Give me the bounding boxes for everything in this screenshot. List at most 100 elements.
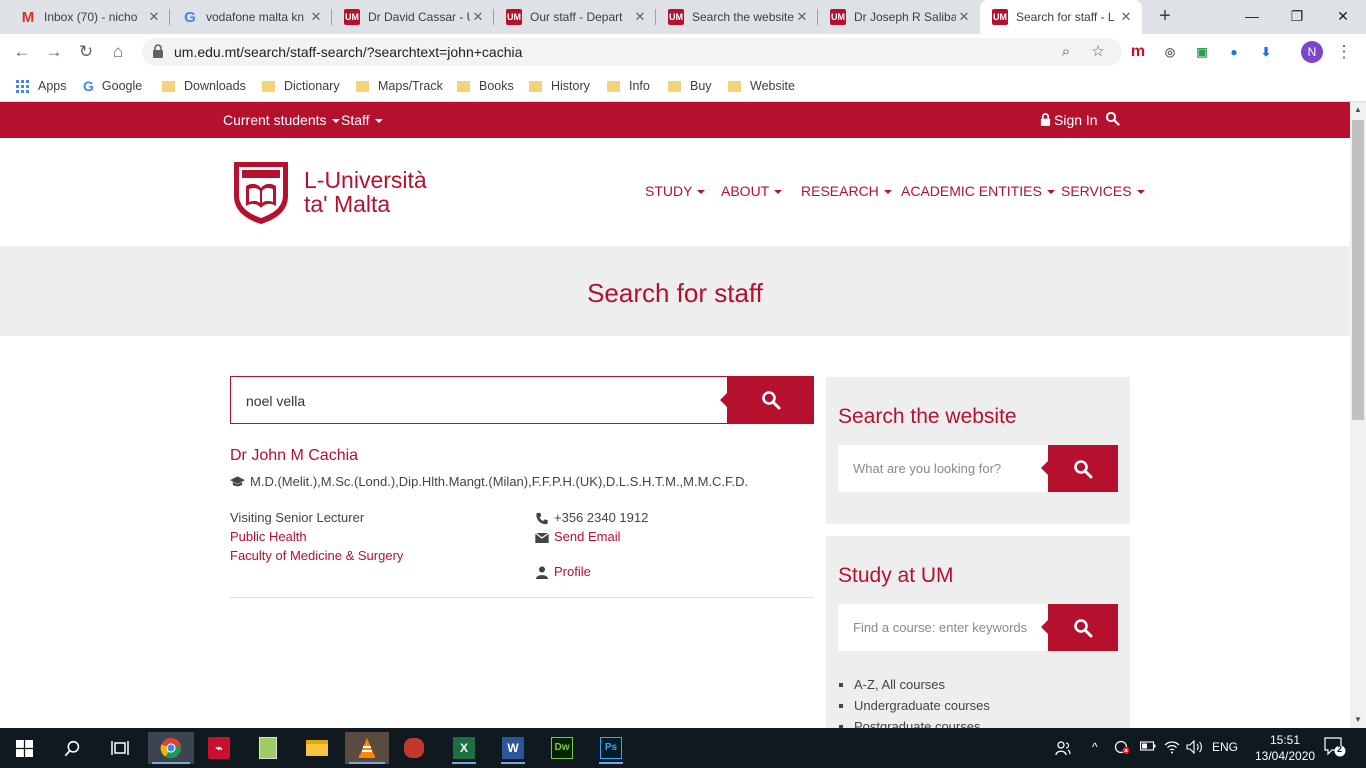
extension-download-icon[interactable]: ⬇ xyxy=(1256,42,1276,62)
close-icon[interactable]: ✕ xyxy=(308,9,324,25)
system-clock[interactable]: 15:51 13/04/2020 xyxy=(1255,732,1315,764)
nav-about[interactable]: ABOUT xyxy=(721,183,783,199)
course-link-undergraduate[interactable]: Undergraduate courses xyxy=(854,695,990,716)
send-email-link[interactable]: Send Email xyxy=(535,529,620,544)
tab-search-for-staff[interactable]: UM Search for staff - L ✕ xyxy=(980,0,1142,34)
taskbar-photoshop-icon[interactable]: Ps xyxy=(595,732,627,764)
address-bar[interactable]: um.edu.mt/search/staff-search/?searchtex… xyxy=(142,38,1122,66)
taskbar-game-icon[interactable] xyxy=(398,732,430,764)
close-icon[interactable]: ✕ xyxy=(632,9,648,25)
network-error-icon[interactable] xyxy=(1114,740,1130,757)
taskbar-chrome-icon[interactable] xyxy=(148,732,194,764)
bookmark-website[interactable]: Website xyxy=(728,76,795,96)
restore-icon[interactable]: ❐ xyxy=(1285,4,1309,28)
extension-chat-icon[interactable]: ● xyxy=(1224,42,1244,62)
language-indicator[interactable]: ENG xyxy=(1212,740,1238,754)
tab-gmail[interactable]: M Inbox (70) - nicho ✕ xyxy=(8,0,170,34)
taskbar-dreamweaver-icon[interactable]: Dw xyxy=(546,732,578,764)
forward-arrow-icon[interactable]: → xyxy=(42,40,66,64)
close-icon[interactable]: ✕ xyxy=(470,9,486,25)
taskbar-word-icon[interactable]: W xyxy=(497,732,529,764)
battery-icon[interactable] xyxy=(1139,740,1156,755)
nav-academic-entities[interactable]: ACADEMIC ENTITIES xyxy=(901,183,1055,199)
browser-toolbar: ← → ↻ ⌂ um.edu.mt/search/staff-search/?s… xyxy=(0,34,1366,70)
minimize-icon[interactable]: — xyxy=(1240,4,1264,28)
tab-david-cassar[interactable]: UM Dr David Cassar - U ✕ xyxy=(332,0,494,34)
taskbar-file-explorer-icon[interactable] xyxy=(301,732,333,764)
chrome-menu-icon[interactable]: ⋮ xyxy=(1332,40,1356,64)
scrollbar-thumb[interactable] xyxy=(1352,120,1364,420)
tab-google-search[interactable]: G vodafone malta kn ✕ xyxy=(170,0,332,34)
bookmark-history[interactable]: History xyxy=(529,76,590,96)
people-icon[interactable] xyxy=(1055,740,1071,759)
um-icon: UM xyxy=(344,9,360,25)
tray-chevron-up-icon[interactable]: ^ xyxy=(1092,740,1098,754)
extension-avg-icon[interactable]: ▣ xyxy=(1192,42,1212,62)
tab-search-website[interactable]: UM Search the website ✕ xyxy=(656,0,818,34)
close-icon[interactable]: ✕ xyxy=(794,9,810,25)
bookmark-downloads[interactable]: Downloads xyxy=(162,76,246,96)
bookmark-star-icon[interactable]: ☆ xyxy=(1088,42,1108,62)
sign-in-label: Sign In xyxy=(1054,112,1098,128)
faculty-link[interactable]: Faculty of Medicine & Surgery xyxy=(230,548,403,563)
close-icon[interactable]: ✕ xyxy=(146,9,162,25)
profile-link[interactable]: Profile xyxy=(535,564,591,580)
bookmark-info[interactable]: Info xyxy=(607,76,650,96)
caret-down-icon xyxy=(883,190,892,195)
current-students-menu[interactable]: Current students xyxy=(223,112,340,128)
sign-in-link[interactable]: Sign In xyxy=(1040,112,1098,128)
reload-icon[interactable]: ↻ xyxy=(74,40,98,64)
taskbar-acrobat-icon[interactable]: ⌁ xyxy=(203,732,235,764)
department-link[interactable]: Public Health xyxy=(230,529,307,544)
bookmark-label: Dictionary xyxy=(284,79,340,93)
home-icon[interactable]: ⌂ xyxy=(106,40,130,64)
bookmark-books[interactable]: Books xyxy=(457,76,514,96)
user-icon xyxy=(535,566,549,580)
close-icon[interactable]: ✕ xyxy=(1118,9,1134,25)
staff-menu[interactable]: Staff xyxy=(341,112,383,128)
scroll-up-icon[interactable]: ▲ xyxy=(1350,102,1366,118)
phone-text: +356 2340 1912 xyxy=(554,510,649,525)
new-tab-button[interactable]: + xyxy=(1155,6,1175,26)
back-arrow-icon[interactable]: ← xyxy=(10,40,34,64)
windows-start-icon[interactable] xyxy=(8,732,40,764)
bookmark-buy[interactable]: Buy xyxy=(668,76,712,96)
website-search-button[interactable] xyxy=(1041,445,1118,492)
course-link-postgraduate[interactable]: Postgraduate courses xyxy=(854,716,990,728)
bookmark-google[interactable]: G Google xyxy=(83,76,142,96)
extension-m-icon[interactable]: m xyxy=(1128,42,1148,62)
profile-avatar[interactable]: N xyxy=(1301,41,1323,63)
staff-search-input[interactable]: noel vella xyxy=(230,376,728,424)
bookmark-apps[interactable]: Apps xyxy=(16,76,67,96)
taskbar-excel-icon[interactable]: X xyxy=(448,732,480,764)
nav-research[interactable]: RESEARCH xyxy=(801,183,892,199)
folder-icon xyxy=(356,80,369,92)
nav-study[interactable]: STUDY xyxy=(645,183,706,199)
tab-our-staff[interactable]: UM Our staff - Depart ✕ xyxy=(494,0,656,34)
course-search-input[interactable]: Find a course: enter keywords xyxy=(838,604,1048,651)
bookmark-maps-track[interactable]: Maps/Track xyxy=(356,76,443,96)
course-link-a-z[interactable]: A-Z, All courses xyxy=(854,674,990,695)
university-logo[interactable]: L-Università ta' Malta xyxy=(230,158,427,226)
volume-icon[interactable] xyxy=(1186,739,1204,757)
extension-reel-icon[interactable]: ◎ xyxy=(1160,42,1180,62)
taskbar-vlc-icon[interactable] xyxy=(345,732,389,764)
action-center-icon[interactable]: 2 xyxy=(1324,737,1346,760)
taskbar-notepad-icon[interactable] xyxy=(252,732,284,764)
nav-services[interactable]: SERVICES xyxy=(1061,183,1145,199)
course-search-button[interactable] xyxy=(1041,604,1118,651)
site-search-icon[interactable] xyxy=(1105,111,1120,129)
task-view-icon[interactable] xyxy=(104,732,136,764)
page-scrollbar[interactable]: ▲ ▼ xyxy=(1350,102,1366,728)
website-search-input[interactable]: What are you looking for? xyxy=(838,445,1048,492)
zoom-icon[interactable]: ⌕ xyxy=(1056,42,1076,62)
staff-name-link[interactable]: Dr John M Cachia xyxy=(230,447,358,465)
window-close-icon[interactable]: ✕ xyxy=(1331,4,1355,28)
tab-joseph-saliba[interactable]: UM Dr Joseph R Saliba ✕ xyxy=(818,0,980,34)
close-icon[interactable]: ✕ xyxy=(956,9,972,25)
wifi-icon[interactable] xyxy=(1164,740,1180,757)
staff-search-button[interactable] xyxy=(720,376,814,424)
bookmark-dictionary[interactable]: Dictionary xyxy=(262,76,340,96)
taskbar-search-icon[interactable] xyxy=(56,732,88,764)
scroll-down-icon[interactable]: ▼ xyxy=(1350,712,1366,728)
